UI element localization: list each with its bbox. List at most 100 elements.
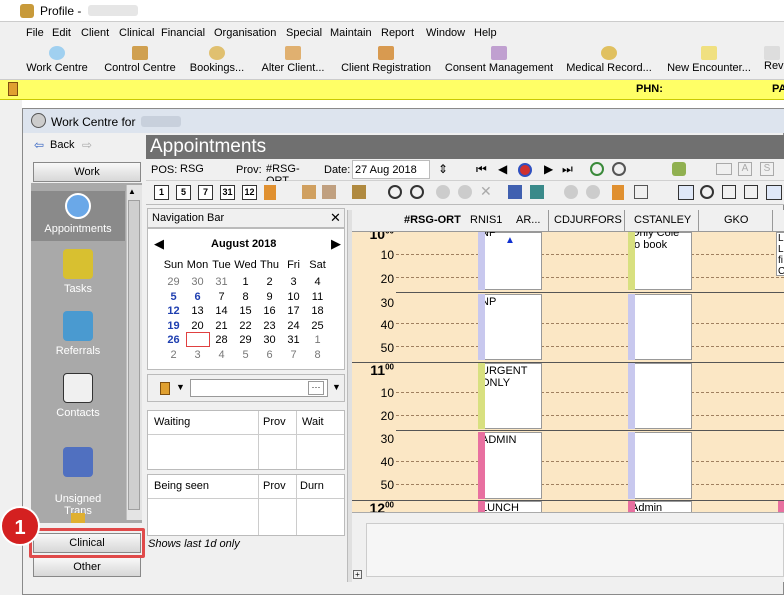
home-icon[interactable] xyxy=(322,185,336,199)
first-icon[interactable]: ⏮ xyxy=(476,162,487,177)
copy-icon[interactable] xyxy=(634,185,648,199)
calendar-day[interactable]: 11 xyxy=(306,291,329,303)
calendar-day[interactable]: 7 xyxy=(282,349,305,361)
calendar-day[interactable]: 19 xyxy=(162,320,185,332)
refresh-icon[interactable] xyxy=(590,162,604,176)
clock-icon[interactable] xyxy=(612,162,626,176)
contacts-module[interactable]: Contacts xyxy=(31,373,125,419)
settings-icon[interactable] xyxy=(672,162,686,176)
referrals-module[interactable]: Referrals xyxy=(31,311,125,357)
dropdown-icon[interactable]: ▼ xyxy=(332,382,341,392)
menu-edit[interactable]: Edit xyxy=(52,27,71,39)
date-spin-icon[interactable]: ⇕ xyxy=(438,162,448,176)
client-registration-button[interactable]: Client Registration xyxy=(339,46,433,74)
calendar-day[interactable]: 25 xyxy=(306,320,329,332)
calendar-day[interactable]: 10 xyxy=(282,291,305,303)
calendar-day[interactable]: 14 xyxy=(210,305,233,317)
column-rnis1[interactable]: RNIS1 xyxy=(470,214,502,226)
calendar-day[interactable]: 29 xyxy=(234,334,257,346)
close-icon[interactable]: ✕ xyxy=(330,210,341,226)
calendar-day[interactable]: 2 xyxy=(162,349,185,361)
column-cdjurfors[interactable]: CDJURFORS xyxy=(554,214,622,226)
appointment-slot[interactable] xyxy=(628,294,692,360)
menu-clinical[interactable]: Clinical xyxy=(119,27,154,39)
report-icon[interactable] xyxy=(530,185,544,199)
appointment-np[interactable]: NP ▲ xyxy=(478,232,542,290)
calendar-day[interactable]: 2 xyxy=(258,276,281,288)
new-encounter-button[interactable]: New Encounter... xyxy=(663,46,755,74)
calendar-day[interactable]: 31 xyxy=(210,276,233,288)
column-rsg-ort[interactable]: #RSG-ORT xyxy=(404,214,461,226)
calendar-day[interactable]: 8 xyxy=(234,291,257,303)
column-gko[interactable]: GKO xyxy=(724,214,748,226)
calendar-day[interactable]: 1 xyxy=(234,276,257,288)
menu-help[interactable]: Help xyxy=(474,27,497,39)
calendar-day[interactable]: 12 xyxy=(162,305,185,317)
appointment-lunch[interactable]: LUNCH xyxy=(478,501,542,512)
calendar-day[interactable]: 6 xyxy=(186,291,209,303)
calendar-day[interactable]: 31 xyxy=(282,334,305,346)
ellipsis-button[interactable]: ··· xyxy=(308,381,324,395)
scroll-thumb[interactable] xyxy=(128,200,140,510)
calendar-day[interactable]: 5 xyxy=(234,349,257,361)
calendar-day[interactable]: 29 xyxy=(162,276,185,288)
timer-icon[interactable] xyxy=(388,185,402,199)
control-centre-button[interactable]: Control Centre xyxy=(100,46,180,74)
link-icon[interactable] xyxy=(744,185,758,199)
medical-record-button[interactable]: Medical Record... xyxy=(563,46,655,74)
calendar-day[interactable]: 6 xyxy=(258,349,281,361)
note-icon[interactable] xyxy=(612,185,624,200)
search-icon[interactable] xyxy=(700,185,714,199)
calendar-day[interactable]: 20 xyxy=(186,320,209,332)
prev-month-icon[interactable]: ◀ xyxy=(154,236,164,252)
calendar-day[interactable]: 3 xyxy=(282,276,305,288)
appointment-slot[interactable] xyxy=(628,363,692,429)
tasks-module[interactable]: Tasks xyxy=(31,249,125,295)
menu-client[interactable]: Client xyxy=(81,27,109,39)
calendar-day[interactable]: 21 xyxy=(210,320,233,332)
column-ar[interactable]: AR... xyxy=(516,214,540,226)
forward-arrow-icon[interactable]: ⇨ xyxy=(82,138,92,152)
menu-special[interactable]: Special xyxy=(286,27,322,39)
menu-maintain[interactable]: Maintain xyxy=(330,27,372,39)
alter-client-button[interactable]: Alter Client... xyxy=(258,46,328,74)
calendar-day[interactable]: 18 xyxy=(306,305,329,317)
calendar-day[interactable]: 9 xyxy=(258,291,281,303)
calendar-day[interactable]: 13 xyxy=(186,305,209,317)
day-view-1-icon[interactable]: 1 xyxy=(154,185,169,200)
calendar-day[interactable]: 24 xyxy=(282,320,305,332)
other-section-button[interactable]: Other xyxy=(33,557,141,577)
calendar-day[interactable]: 23 xyxy=(258,320,281,332)
menu-report[interactable]: Report xyxy=(381,27,414,39)
layout-icon[interactable] xyxy=(766,185,782,200)
calendar-day[interactable]: 28 xyxy=(210,334,233,346)
calendar-day[interactable]: 3 xyxy=(186,349,209,361)
back-button[interactable]: ⇦ Back ⇨ xyxy=(30,137,144,155)
menu-organisation[interactable]: Organisation xyxy=(214,27,276,39)
pos-input[interactable]: RSG xyxy=(178,160,230,179)
unsigned-trans-module[interactable]: Unsigned Trans xyxy=(31,435,125,517)
rev-button[interactable]: Rev xyxy=(764,46,784,72)
menu-window[interactable]: Window xyxy=(426,27,465,39)
clock-icon[interactable] xyxy=(410,185,424,199)
date-input[interactable]: 27 Aug 2018 xyxy=(352,160,430,179)
expand-icon[interactable]: + xyxy=(353,570,362,579)
columns-icon[interactable] xyxy=(722,185,736,199)
list-view-icon[interactable] xyxy=(678,185,694,200)
next-month-icon[interactable]: ▶ xyxy=(331,236,341,252)
today-icon[interactable] xyxy=(518,163,532,177)
bookings-button[interactable]: Bookings... xyxy=(186,46,248,74)
next-icon[interactable]: ▶ xyxy=(544,162,553,176)
calendar-day[interactable]: 4 xyxy=(210,349,233,361)
year-view-12-icon[interactable]: 12 xyxy=(242,185,257,200)
last-icon[interactable]: ⏭ xyxy=(562,162,573,177)
appointment-np[interactable]: NP xyxy=(478,294,542,360)
prev-icon[interactable]: ◀ xyxy=(498,162,507,176)
prov-input[interactable]: #RSG-ORT xyxy=(264,160,320,187)
appointment-slot[interactable] xyxy=(628,432,692,499)
appointment-only-cole[interactable]: Only Cole to book xyxy=(628,232,692,290)
book-icon[interactable] xyxy=(264,185,276,200)
note-icon[interactable] xyxy=(160,382,170,395)
appointments-module[interactable]: Appointments xyxy=(31,191,125,241)
print-icon[interactable] xyxy=(508,185,522,199)
